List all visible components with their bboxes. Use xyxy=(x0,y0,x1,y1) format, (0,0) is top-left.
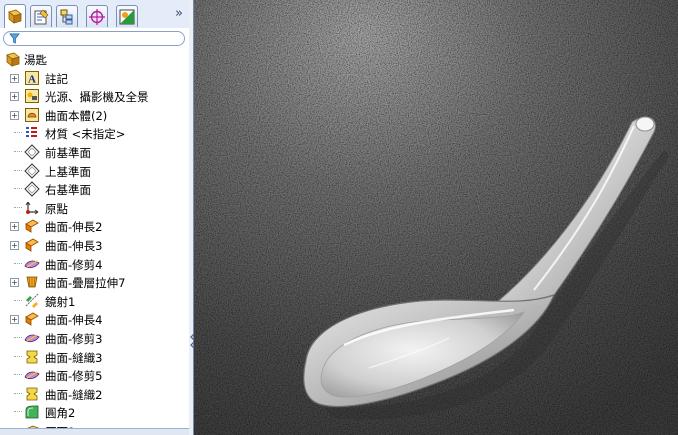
tree-item-label: 曲面-伸長4 xyxy=(45,313,103,328)
tree-connector xyxy=(14,188,22,190)
material-icon xyxy=(24,125,40,141)
graphics-viewport[interactable] xyxy=(194,0,678,435)
tree-item-label: 曲面-縫織2 xyxy=(45,387,103,402)
tree-item-label: 曲面-縫織3 xyxy=(45,350,103,365)
tree-item-label: 右基準面 xyxy=(45,183,91,198)
tree-item-label: 上基準面 xyxy=(45,164,91,179)
tree-item[interactable]: + 曲面-伸長4 xyxy=(0,310,189,328)
tree-item[interactable]: 右基準面 xyxy=(0,180,189,198)
tree-item[interactable]: + 曲面-疊層拉伸7 xyxy=(0,273,189,291)
tree-item[interactable]: 鏡射1 xyxy=(0,292,189,310)
surface-trim-icon xyxy=(24,330,40,346)
surface-trim-icon xyxy=(24,367,40,383)
tree-item[interactable]: 材質 <未指定> xyxy=(0,124,189,142)
lights-camera-icon xyxy=(24,88,40,104)
surface-extrude-icon xyxy=(24,311,40,327)
display-manager-tab[interactable] xyxy=(116,5,138,27)
tree-item[interactable]: 圓角2 xyxy=(0,403,189,421)
filter-icon xyxy=(9,33,20,44)
property-manager-tab[interactable] xyxy=(30,5,52,27)
expand-toggle-icon[interactable]: + xyxy=(10,315,19,325)
tree-connector xyxy=(14,299,22,301)
tree-item-label: 曲面-伸長2 xyxy=(45,220,103,235)
spoon-part-icon xyxy=(5,51,21,67)
tree-item-label: 註記 xyxy=(45,71,68,86)
tree-item-label: 前基準面 xyxy=(45,146,91,160)
expand-toggle-icon[interactable]: + xyxy=(10,92,19,102)
tree-item-label: 曲面-伸長3 xyxy=(45,239,103,253)
surface-extrude-icon xyxy=(24,237,40,253)
feature-manager-panel: » 湯匙 + A 註記 + 光源、攝影機及全景 + 曲面本體(2) 材質 <未指定> 前基準面上基… xyxy=(0,0,190,435)
tree-item[interactable]: + A 註記 xyxy=(0,69,189,87)
tree-item[interactable]: + 曲面-伸長3 xyxy=(0,236,189,254)
tree-connector xyxy=(14,411,22,413)
tree-item[interactable]: 曲面-修剪3 xyxy=(0,329,189,347)
tree-item[interactable]: 曲面-縫織2 xyxy=(0,385,189,403)
tree-connector xyxy=(14,262,22,264)
display-icon xyxy=(119,9,135,24)
tree-connector xyxy=(14,392,22,394)
tree-item[interactable]: 曲面-修剪4 xyxy=(0,255,189,273)
expand-toggle-icon[interactable]: + xyxy=(10,222,19,232)
tree-connector xyxy=(14,206,22,208)
property-icon xyxy=(34,9,49,24)
tree-item-label: 曲面-疊層拉伸7 xyxy=(45,276,126,291)
panel-tab-bar: » xyxy=(0,0,189,28)
surface-knit-icon xyxy=(24,386,40,402)
spoon-model[interactable] xyxy=(194,0,678,435)
surface-knit-icon xyxy=(24,349,40,365)
handle-tip xyxy=(635,116,655,132)
tree-item-label: 曲面-修剪3 xyxy=(45,332,103,346)
fillet-icon xyxy=(24,404,40,420)
tree-item[interactable]: + 光源、攝影機及全景 xyxy=(0,87,189,105)
tree-item-label: 曲面-修剪4 xyxy=(45,257,103,272)
configuration-icon xyxy=(60,9,73,24)
tree-item[interactable]: 上基準面 xyxy=(0,162,189,180)
plane-icon xyxy=(24,181,40,197)
surface-bodies-icon xyxy=(24,107,40,123)
surface-loft-icon xyxy=(24,274,40,290)
tree-filter-input[interactable] xyxy=(3,31,185,46)
tree-item-label: 曲面本體(2) xyxy=(45,108,108,123)
origin-icon xyxy=(24,200,40,216)
plane-icon xyxy=(24,162,40,179)
more-tabs-chevron-icon[interactable]: » xyxy=(175,6,183,21)
svg-text:A: A xyxy=(28,73,36,85)
tree-item-label: 鏡射1 xyxy=(45,294,76,309)
configuration-manager-tab[interactable] xyxy=(56,5,78,27)
feature-manager-tab[interactable] xyxy=(4,4,26,28)
tree-item[interactable]: 曲面-縫織3 xyxy=(0,348,189,366)
annotation-icon: A xyxy=(24,70,40,86)
tree-root-item[interactable]: 湯匙 xyxy=(0,50,189,68)
tree-connector xyxy=(14,169,22,171)
dimxpert-manager-tab[interactable] xyxy=(86,5,108,27)
tree-item-label: 材質 <未指定> xyxy=(45,127,126,142)
feature-tree-icon xyxy=(8,9,22,24)
tree-connector xyxy=(14,374,22,376)
tree-item[interactable]: + 曲面-伸長2 xyxy=(0,217,189,235)
tree-connector xyxy=(14,132,22,134)
tree-item[interactable]: 曲面-修剪5 xyxy=(0,366,189,384)
panel-bottom-edge xyxy=(0,428,189,435)
tree-connector xyxy=(14,151,22,152)
tree-item-label: 圓角2 xyxy=(45,406,76,421)
surface-extrude-icon xyxy=(24,218,40,234)
tree-item-label: 原點 xyxy=(45,201,68,216)
tree-item[interactable]: + 曲面本體(2) xyxy=(0,106,189,124)
tree-connector xyxy=(14,337,22,338)
tree-connector xyxy=(14,355,22,357)
plane-icon xyxy=(24,144,40,160)
expand-toggle-icon[interactable]: + xyxy=(10,278,19,288)
expand-toggle-icon[interactable]: + xyxy=(10,241,19,250)
expand-toggle-icon[interactable]: + xyxy=(10,110,19,120)
tree-item-label: 光源、攝影機及全景 xyxy=(45,90,149,105)
tree-item[interactable]: 原點 xyxy=(0,199,189,217)
crosshair-icon xyxy=(89,8,105,25)
tree-item-label: 曲面-修剪5 xyxy=(45,369,103,384)
tree-item[interactable]: 前基準面 xyxy=(0,143,189,161)
surface-trim-icon xyxy=(24,256,40,272)
tree-root-label: 湯匙 xyxy=(24,53,47,67)
expand-toggle-icon[interactable]: + xyxy=(10,73,19,83)
mirror-icon xyxy=(24,293,40,309)
